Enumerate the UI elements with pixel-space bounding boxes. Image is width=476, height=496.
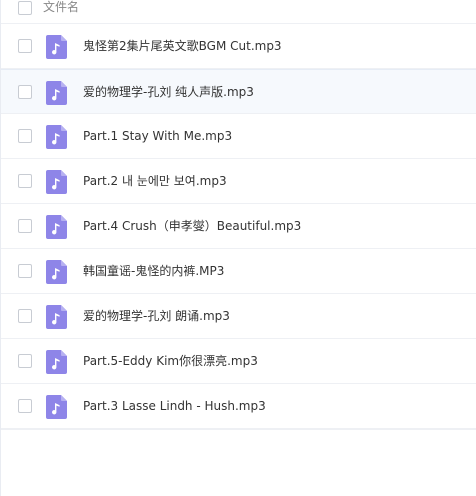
row-checkbox[interactable] bbox=[18, 174, 32, 188]
audio-file-icon bbox=[46, 125, 67, 149]
row-checkbox[interactable] bbox=[18, 219, 32, 233]
file-name[interactable]: 鬼怪第2集片尾英文歌BGM Cut.mp3 bbox=[83, 24, 282, 69]
file-name[interactable]: Part.1 Stay With Me.mp3 bbox=[83, 114, 232, 159]
audio-file-icon bbox=[46, 305, 67, 329]
file-row[interactable]: Part.2 내 눈에만 보여.mp3 bbox=[1, 159, 476, 204]
file-row[interactable]: 鬼怪第2集片尾英文歌BGM Cut.mp3 bbox=[1, 24, 476, 69]
file-row[interactable]: Part.5-Eddy Kim你很漂亮.mp3 bbox=[1, 339, 476, 384]
audio-file-icon bbox=[46, 35, 67, 59]
file-row[interactable]: Part.4 Crush（申孝燮）Beautiful.mp3 bbox=[1, 204, 476, 249]
audio-file-icon bbox=[46, 81, 67, 105]
row-checkbox[interactable] bbox=[18, 309, 32, 323]
column-header-filename[interactable]: 文件名 bbox=[43, 0, 79, 14]
file-row[interactable]: 爱的物理学-孔刘 纯人声版.mp3 bbox=[1, 69, 476, 114]
audio-file-icon bbox=[46, 215, 67, 239]
file-name[interactable]: 韩国童谣-鬼怪的内裤.MP3 bbox=[83, 249, 224, 294]
row-checkbox[interactable] bbox=[18, 399, 32, 413]
row-checkbox[interactable] bbox=[18, 264, 32, 278]
audio-file-icon bbox=[46, 170, 67, 194]
file-row[interactable]: 爱的物理学-孔刘 朗诵.mp3 bbox=[1, 294, 476, 339]
file-name[interactable]: Part.4 Crush（申孝燮）Beautiful.mp3 bbox=[83, 204, 301, 249]
select-all-checkbox[interactable] bbox=[18, 1, 32, 15]
row-checkbox[interactable] bbox=[18, 85, 32, 99]
file-name[interactable]: 爱的物理学-孔刘 纯人声版.mp3 bbox=[83, 70, 254, 115]
row-checkbox[interactable] bbox=[18, 39, 32, 53]
file-list: 文件名 鬼怪第2集片尾英文歌BGM Cut.mp3 爱的物理学-孔刘 纯人声版.… bbox=[0, 0, 476, 496]
file-name[interactable]: Part.2 내 눈에만 보여.mp3 bbox=[83, 159, 227, 204]
row-checkbox[interactable] bbox=[18, 129, 32, 143]
audio-file-icon bbox=[46, 395, 67, 419]
row-checkbox[interactable] bbox=[18, 354, 32, 368]
audio-file-icon bbox=[46, 350, 67, 374]
audio-file-icon bbox=[46, 260, 67, 284]
file-row[interactable]: 韩国童谣-鬼怪的内裤.MP3 bbox=[1, 249, 476, 294]
file-name[interactable]: Part.3 Lasse Lindh - Hush.mp3 bbox=[83, 384, 266, 429]
file-row[interactable]: Part.3 Lasse Lindh - Hush.mp3 bbox=[1, 384, 476, 429]
list-header: 文件名 bbox=[1, 0, 476, 24]
file-name[interactable]: Part.5-Eddy Kim你很漂亮.mp3 bbox=[83, 339, 258, 384]
file-row[interactable]: Part.1 Stay With Me.mp3 bbox=[1, 114, 476, 159]
list-end-divider bbox=[1, 429, 476, 430]
file-name[interactable]: 爱的物理学-孔刘 朗诵.mp3 bbox=[83, 294, 230, 339]
